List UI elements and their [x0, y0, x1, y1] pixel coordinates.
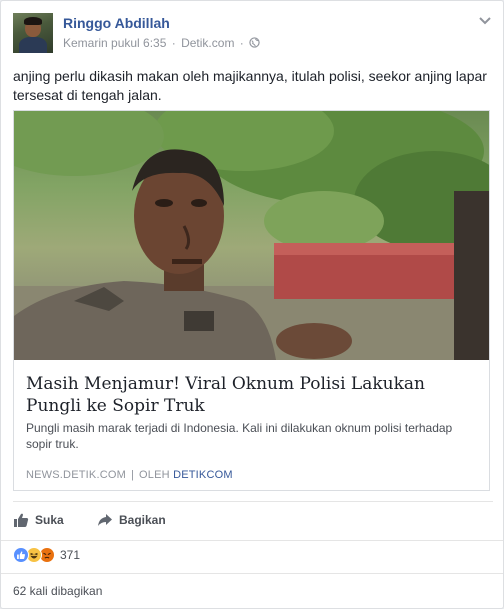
like-button[interactable]: Suka: [13, 507, 64, 533]
meta-separator-2: ·: [239, 36, 244, 50]
reactions-summary[interactable]: 371: [13, 546, 80, 564]
reaction-count[interactable]: 371: [60, 548, 80, 562]
post-app[interactable]: Detik.com: [181, 36, 234, 50]
link-domain: NEWS.DETIK.COM: [26, 469, 126, 481]
post-text: anjing perlu dikasih makan oleh majikann…: [13, 68, 487, 103]
chevron-down-icon[interactable]: [477, 15, 493, 27]
link-title[interactable]: Masih Menjamur! Viral Oknum Polisi Lakuk…: [26, 373, 478, 417]
link-source-separator: |: [130, 469, 135, 481]
post-meta: Kemarin pukul 6:35 · Detik.com ·: [63, 36, 260, 50]
post-header: Ringgo Abdillah Kemarin pukul 6:35 · Det…: [13, 13, 493, 57]
divider: [13, 501, 493, 502]
post-timestamp[interactable]: Kemarin pukul 6:35: [63, 36, 166, 50]
divider: [1, 540, 503, 541]
link-source: NEWS.DETIK.COM | OLEH DETIKCOM: [26, 469, 478, 481]
share-label: Bagikan: [119, 513, 166, 527]
link-by-label: OLEH: [139, 469, 170, 481]
author-name[interactable]: Ringgo Abdillah: [63, 15, 170, 31]
link-by-name[interactable]: DETIKCOM: [173, 469, 233, 481]
like-label: Suka: [35, 513, 64, 527]
globe-icon[interactable]: [249, 37, 260, 48]
share-button[interactable]: Bagikan: [97, 507, 166, 533]
post-actions: Suka Bagikan: [13, 507, 493, 533]
post-card: Ringgo Abdillah Kemarin pukul 6:35 · Det…: [0, 0, 504, 609]
link-preview[interactable]: Masih Menjamur! Viral Oknum Polisi Lakuk…: [13, 110, 490, 491]
like-reaction-icon: [13, 547, 29, 563]
link-description: Pungli masih marak terjadi di Indonesia.…: [26, 421, 453, 451]
meta-separator: ·: [171, 36, 176, 50]
author-avatar[interactable]: [13, 13, 53, 53]
link-thumbnail[interactable]: [14, 111, 489, 360]
thumbs-up-icon: [14, 513, 29, 527]
share-count[interactable]: 62 kali dibagikan: [13, 584, 102, 598]
share-arrow-icon: [98, 514, 112, 526]
divider: [1, 573, 503, 574]
